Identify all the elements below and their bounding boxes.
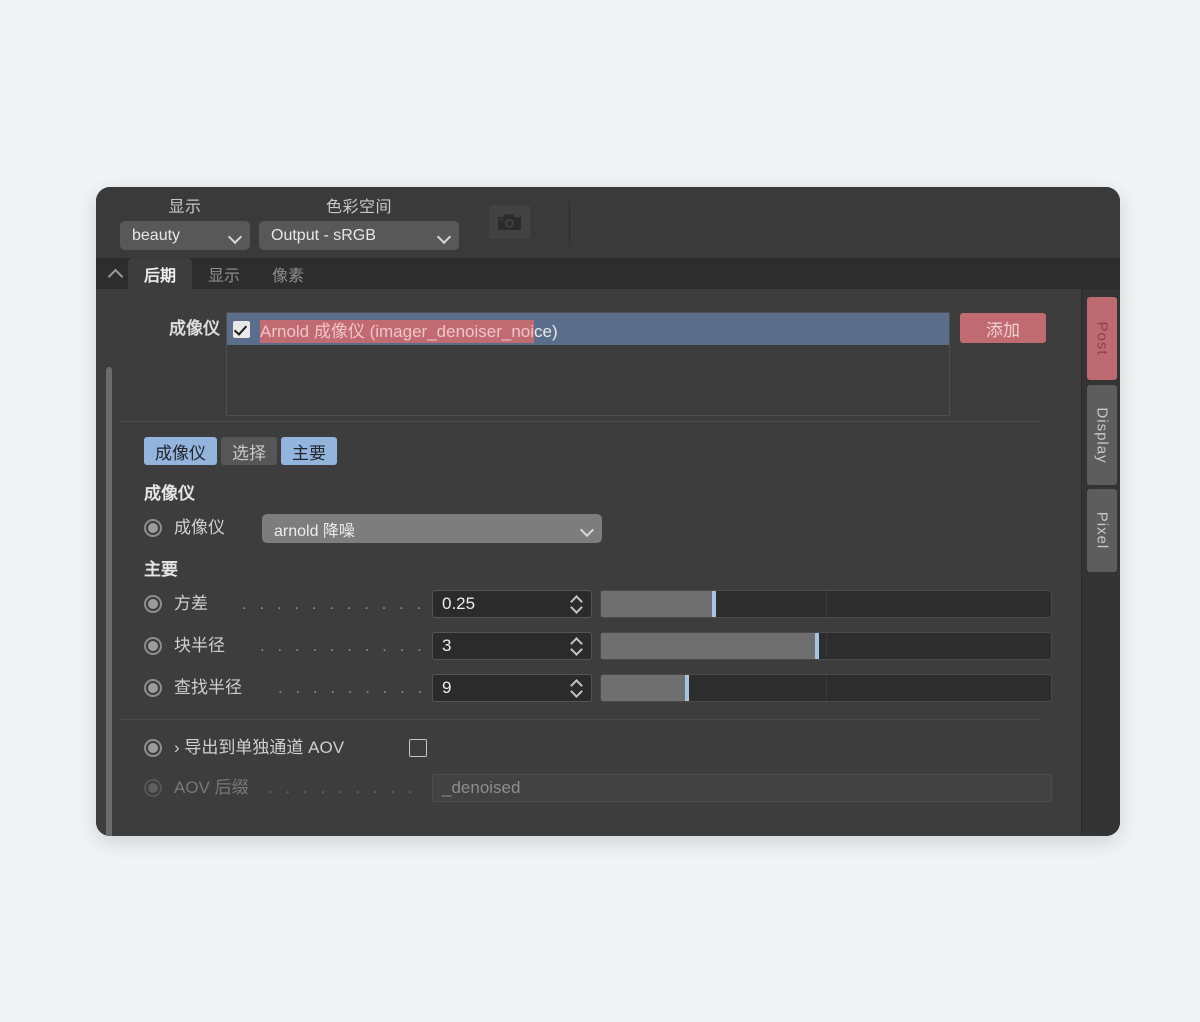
vtab-display[interactable]: Display bbox=[1087, 385, 1117, 485]
search-radius-label: 查找半径 bbox=[174, 678, 242, 697]
param-row-variance: 方差 . . . . . . . . . . . . . 0.25 bbox=[144, 589, 1060, 619]
section-header-main: 主要 bbox=[144, 560, 178, 579]
vtab-post-label: Post bbox=[1093, 321, 1111, 356]
chevron-up-icon[interactable] bbox=[106, 266, 126, 282]
dot-leader: . . . . . . . . . . . bbox=[278, 678, 422, 697]
colorspace-selector-group: 色彩空间 Output - sRGB bbox=[259, 193, 459, 250]
panel-body: 成像仪 Arnold 成像仪 (imager_denoiser_noice) 添… bbox=[96, 289, 1120, 836]
param-row-search-radius: 查找半径 . . . . . . . . . . . 9 bbox=[144, 673, 1060, 703]
chevron-down-icon bbox=[580, 522, 594, 536]
expand-arrow-icon: › bbox=[174, 738, 180, 757]
colorspace-value: Output - sRGB bbox=[271, 226, 376, 244]
imager-type-radio[interactable] bbox=[144, 519, 162, 537]
panel-tabstrip: 后期 显示 像素 bbox=[96, 258, 1120, 289]
stepper-icon[interactable] bbox=[571, 679, 583, 698]
list-item-label-highlighted: Arnold 成像仪 (imager_denoiser_noi bbox=[260, 319, 535, 343]
chevron-down-icon bbox=[437, 229, 451, 243]
stepper-icon[interactable] bbox=[571, 595, 583, 614]
imager-type-value: arnold 降噪 bbox=[274, 522, 355, 540]
tab-post[interactable]: 后期 bbox=[128, 258, 193, 289]
imager-list-label: 成像仪 bbox=[169, 319, 220, 338]
aov-export-row: › 导出到单独通道 AOV bbox=[144, 733, 1060, 763]
patch-radius-radio[interactable] bbox=[144, 637, 162, 655]
slider-fill bbox=[601, 675, 687, 701]
vtab-post[interactable]: Post bbox=[1087, 297, 1117, 380]
slider-tick bbox=[826, 675, 827, 701]
slider-handle bbox=[684, 675, 689, 701]
list-item-label-rest: ce) bbox=[534, 321, 558, 341]
vtab-display-label: Display bbox=[1093, 406, 1111, 464]
aov-export-label[interactable]: › 导出到单独通道 AOV bbox=[174, 733, 344, 763]
tab-pixel[interactable]: 像素 bbox=[256, 258, 320, 289]
variance-slider[interactable] bbox=[600, 590, 1052, 618]
variance-radio[interactable] bbox=[144, 595, 162, 613]
variance-value: 0.25 bbox=[442, 594, 476, 613]
search-radius-radio[interactable] bbox=[144, 679, 162, 697]
vertical-tab-rail: Post Display Pixel bbox=[1081, 289, 1120, 836]
patch-radius-slider[interactable] bbox=[600, 632, 1052, 660]
pill-imager[interactable]: 成像仪 bbox=[144, 437, 217, 465]
aov-suffix-radio bbox=[144, 779, 162, 797]
imager-enable-checkbox[interactable] bbox=[233, 320, 250, 338]
dot-leader: . . . . . . . . . bbox=[268, 778, 417, 797]
pill-select[interactable]: 选择 bbox=[221, 437, 277, 465]
imager-type-dropdown[interactable]: arnold 降噪 bbox=[262, 514, 602, 543]
top-toolbar: 显示 beauty 色彩空间 Output - sRGB bbox=[96, 187, 1120, 258]
patch-radius-input[interactable]: 3 bbox=[432, 632, 592, 660]
param-row-patch-radius: 块半径 . . . . . . . . . . . . 3 bbox=[144, 631, 1060, 661]
slider-handle bbox=[815, 633, 819, 659]
imager-type-row: 成像仪 arnold 降噪 bbox=[144, 513, 1060, 543]
patch-radius-label: 块半径 bbox=[174, 636, 225, 655]
vertical-scrollbar[interactable] bbox=[106, 367, 112, 836]
section-header-imager: 成像仪 bbox=[144, 484, 195, 503]
toolbar-divider bbox=[569, 201, 570, 245]
display-selector-group: 显示 beauty bbox=[120, 193, 250, 250]
imager-type-label: 成像仪 bbox=[174, 518, 225, 537]
dot-leader: . . . . . . . . . . . . . bbox=[242, 594, 422, 613]
dot-leader: . . . . . . . . . . . . bbox=[260, 636, 422, 655]
display-value: beauty bbox=[132, 226, 181, 244]
imager-list-row: 成像仪 Arnold 成像仪 (imager_denoiser_noice) 添… bbox=[120, 312, 1060, 416]
search-radius-input[interactable]: 9 bbox=[432, 674, 592, 702]
aov-suffix-input: _denoised bbox=[432, 774, 1052, 802]
snapshot-button[interactable] bbox=[489, 205, 530, 239]
colorspace-dropdown[interactable]: Output - sRGB bbox=[259, 221, 459, 250]
variance-input[interactable]: 0.25 bbox=[432, 590, 592, 618]
display-dropdown[interactable]: beauty bbox=[120, 221, 250, 250]
tab-display[interactable]: 显示 bbox=[192, 258, 256, 289]
chevron-down-icon bbox=[228, 229, 242, 243]
slider-tick bbox=[826, 591, 827, 617]
aov-suffix-row: AOV 后缀 . . . . . . . . . _denoised bbox=[144, 773, 1060, 803]
section-divider bbox=[120, 421, 1040, 422]
add-imager-button[interactable]: 添加 bbox=[960, 313, 1046, 343]
aov-suffix-value: _denoised bbox=[442, 778, 521, 797]
settings-content: 成像仪 Arnold 成像仪 (imager_denoiser_noice) 添… bbox=[120, 289, 1060, 836]
pill-main[interactable]: 主要 bbox=[281, 437, 337, 465]
search-radius-value: 9 bbox=[442, 678, 452, 697]
variance-label: 方差 bbox=[174, 594, 208, 613]
render-view-panel: 显示 beauty 色彩空间 Output - sRGB 后期 显示 像素 成像… bbox=[96, 187, 1120, 836]
filter-pill-group: 成像仪 选择 主要 bbox=[144, 437, 337, 465]
aov-suffix-label: AOV 后缀 bbox=[174, 778, 249, 797]
section-divider bbox=[120, 719, 1040, 720]
slider-tick bbox=[826, 633, 827, 659]
search-radius-slider[interactable] bbox=[600, 674, 1052, 702]
patch-radius-value: 3 bbox=[442, 636, 452, 655]
list-item[interactable]: Arnold 成像仪 (imager_denoiser_noice) bbox=[227, 313, 949, 345]
camera-icon bbox=[498, 214, 521, 230]
slider-fill bbox=[601, 633, 817, 659]
aov-export-radio[interactable] bbox=[144, 739, 162, 757]
tab-list: 后期 显示 像素 bbox=[128, 258, 320, 289]
aov-export-text: 导出到单独通道 AOV bbox=[184, 738, 345, 757]
slider-fill bbox=[601, 591, 714, 617]
stepper-icon[interactable] bbox=[571, 637, 583, 656]
vtab-pixel-label: Pixel bbox=[1093, 511, 1111, 550]
list-item-label: Arnold 成像仪 (imager_denoiser_noice) bbox=[260, 317, 558, 343]
display-label: 显示 bbox=[168, 199, 202, 216]
slider-handle bbox=[711, 591, 716, 617]
vtab-pixel[interactable]: Pixel bbox=[1087, 489, 1117, 572]
colorspace-label: 色彩空间 bbox=[325, 199, 392, 216]
imager-listbox[interactable]: Arnold 成像仪 (imager_denoiser_noice) bbox=[226, 312, 950, 416]
aov-export-checkbox[interactable] bbox=[409, 739, 427, 757]
